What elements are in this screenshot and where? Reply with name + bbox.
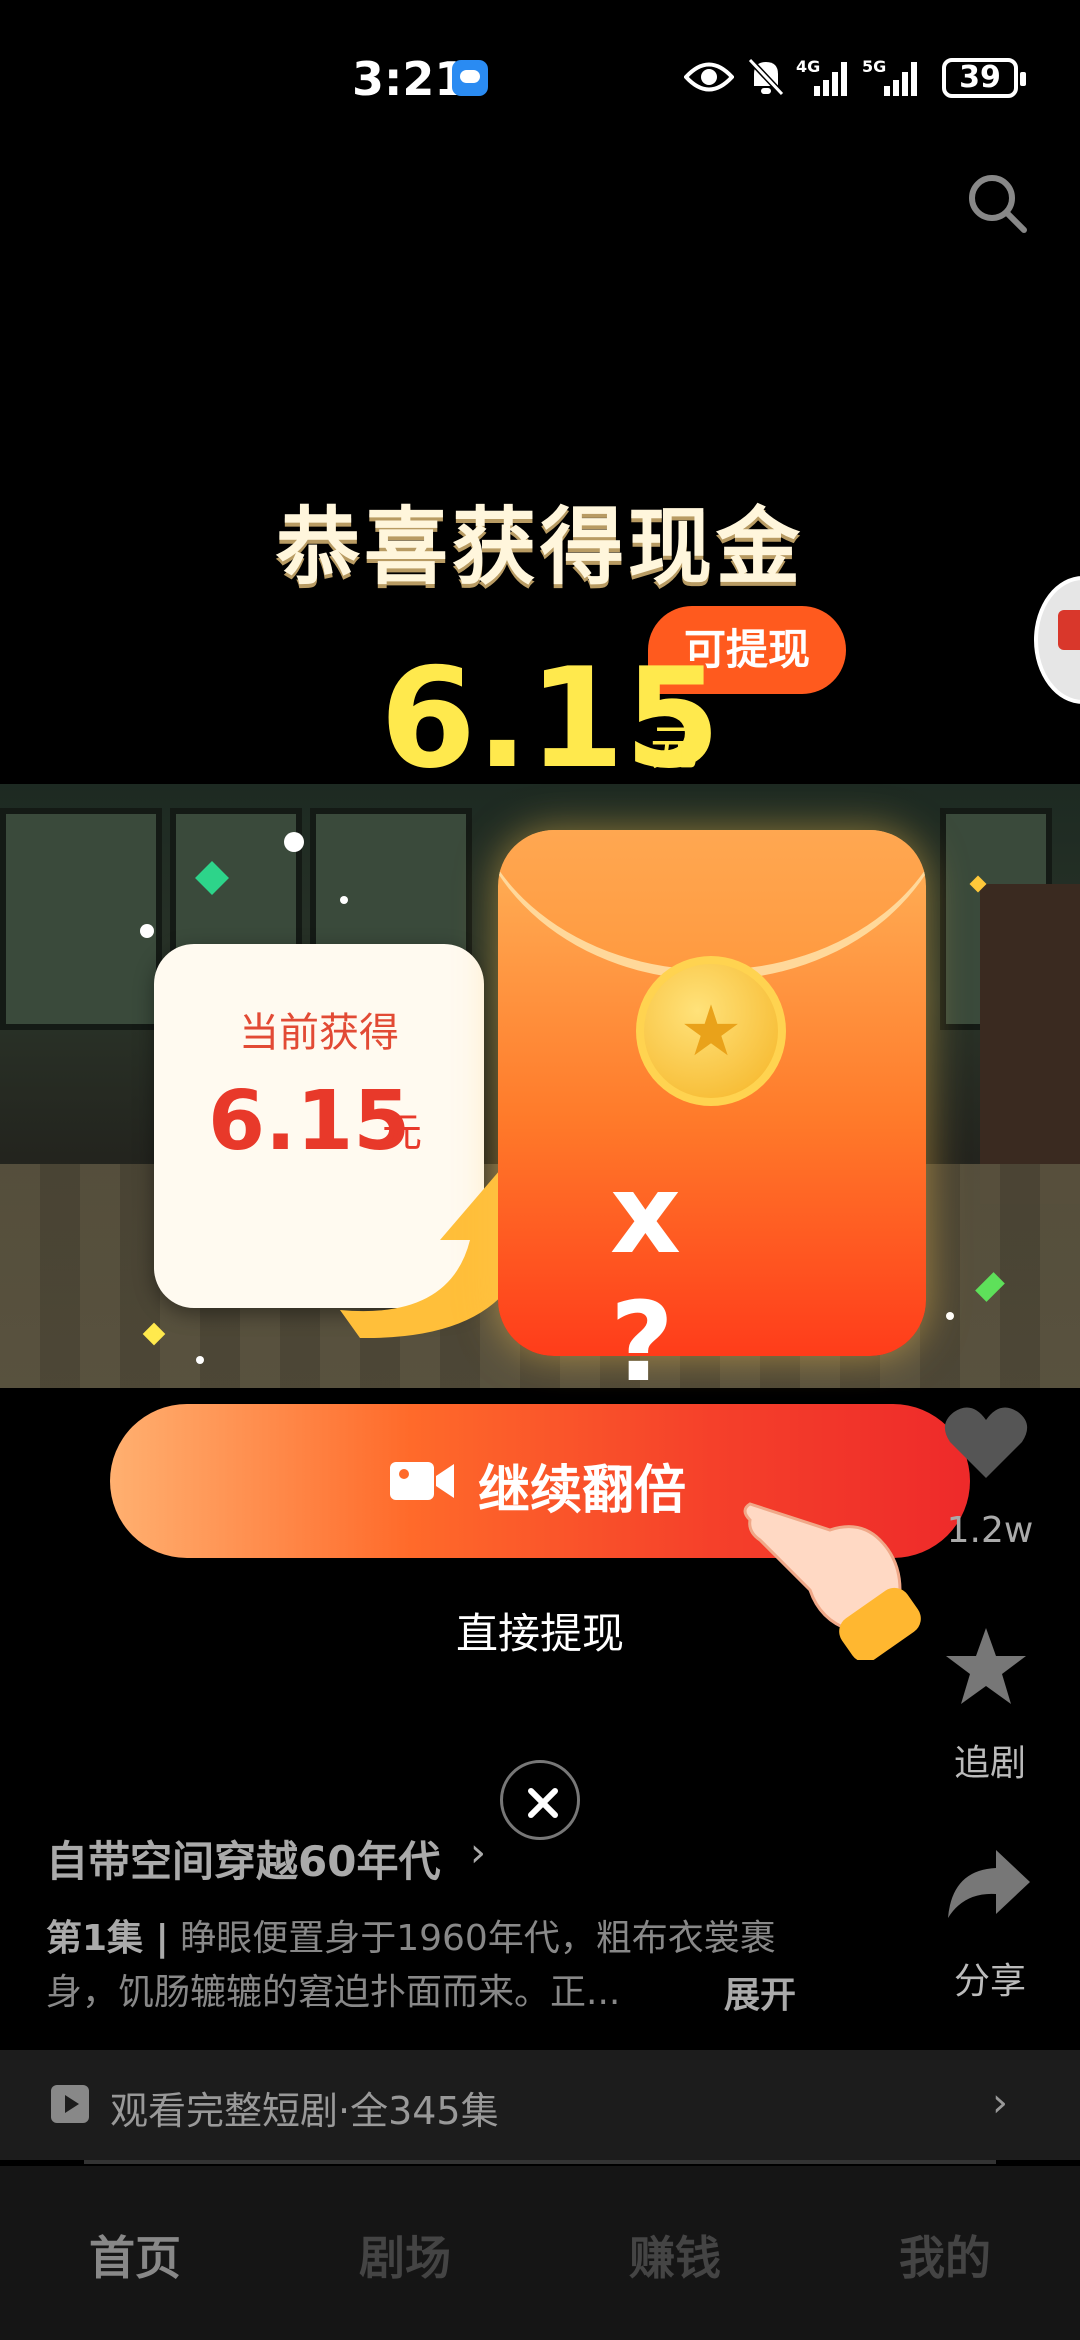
status-time: 3:21 bbox=[352, 52, 467, 106]
play-icon bbox=[51, 2085, 89, 2123]
reward-title: 恭喜获得现金 bbox=[275, 498, 804, 596]
star-icon[interactable] bbox=[944, 1624, 1028, 1708]
chevron-right-icon: › bbox=[992, 2080, 1008, 2126]
tab-theater[interactable]: 剧场 bbox=[270, 2222, 540, 2288]
tab-earn[interactable]: 赚钱 bbox=[540, 2222, 810, 2288]
episode-label: 第1集 | bbox=[46, 1918, 169, 1959]
signal-4g-icon: 4G bbox=[796, 57, 847, 96]
watch-full-drama-label: 观看完整短剧·全345集 bbox=[110, 2089, 499, 2133]
bell-off-icon bbox=[747, 57, 785, 97]
video-progress-bar[interactable] bbox=[84, 2160, 996, 2164]
network-5g-label: 5G bbox=[862, 57, 886, 76]
expand-link[interactable]: 展开 bbox=[724, 1966, 796, 2018]
network-4g-label: 4G bbox=[796, 57, 820, 76]
reward-unit: 元 bbox=[650, 720, 699, 776]
current-earnings-unit: 元 bbox=[382, 1110, 422, 1156]
close-icon bbox=[528, 1788, 558, 1818]
drama-description: 第1集 | 睁眼便置身于1960年代，粗布衣裳裹身，饥肠辘辘的窘迫扑面而来。正.… bbox=[46, 1912, 806, 2020]
tab-home[interactable]: 首页 bbox=[0, 2222, 270, 2288]
battery-icon: 39 bbox=[942, 58, 1026, 98]
current-earnings-amount: 6.15 bbox=[208, 1074, 411, 1169]
share-label[interactable]: 分享 bbox=[930, 1952, 1050, 2004]
tab-me[interactable]: 我的 bbox=[810, 2222, 1080, 2288]
share-icon[interactable] bbox=[944, 1846, 1032, 1922]
search-icon[interactable] bbox=[964, 170, 1030, 236]
heart-icon[interactable] bbox=[944, 1404, 1028, 1480]
continue-double-label: 继续翻倍 bbox=[478, 1461, 687, 1521]
current-earnings-label: 当前获得 bbox=[239, 1010, 399, 1056]
message-notification-icon bbox=[452, 60, 488, 96]
chevron-right-icon[interactable]: › bbox=[470, 1830, 486, 1876]
envelope-multiplier-text: x ? bbox=[610, 1150, 701, 1406]
like-count: 1.2w bbox=[946, 1510, 1034, 1551]
eye-icon bbox=[684, 62, 734, 92]
direct-withdraw-link[interactable]: 直接提现 bbox=[0, 1600, 1080, 1661]
drama-title[interactable]: 自带空间穿越60年代 bbox=[46, 1828, 440, 1889]
star-coin-icon: ★ bbox=[679, 990, 743, 1072]
video-camera-icon bbox=[390, 1462, 454, 1500]
close-button[interactable] bbox=[500, 1760, 580, 1840]
signal-5g-icon: 5G bbox=[862, 57, 917, 96]
follow-drama-label[interactable]: 追剧 bbox=[930, 1734, 1050, 1786]
